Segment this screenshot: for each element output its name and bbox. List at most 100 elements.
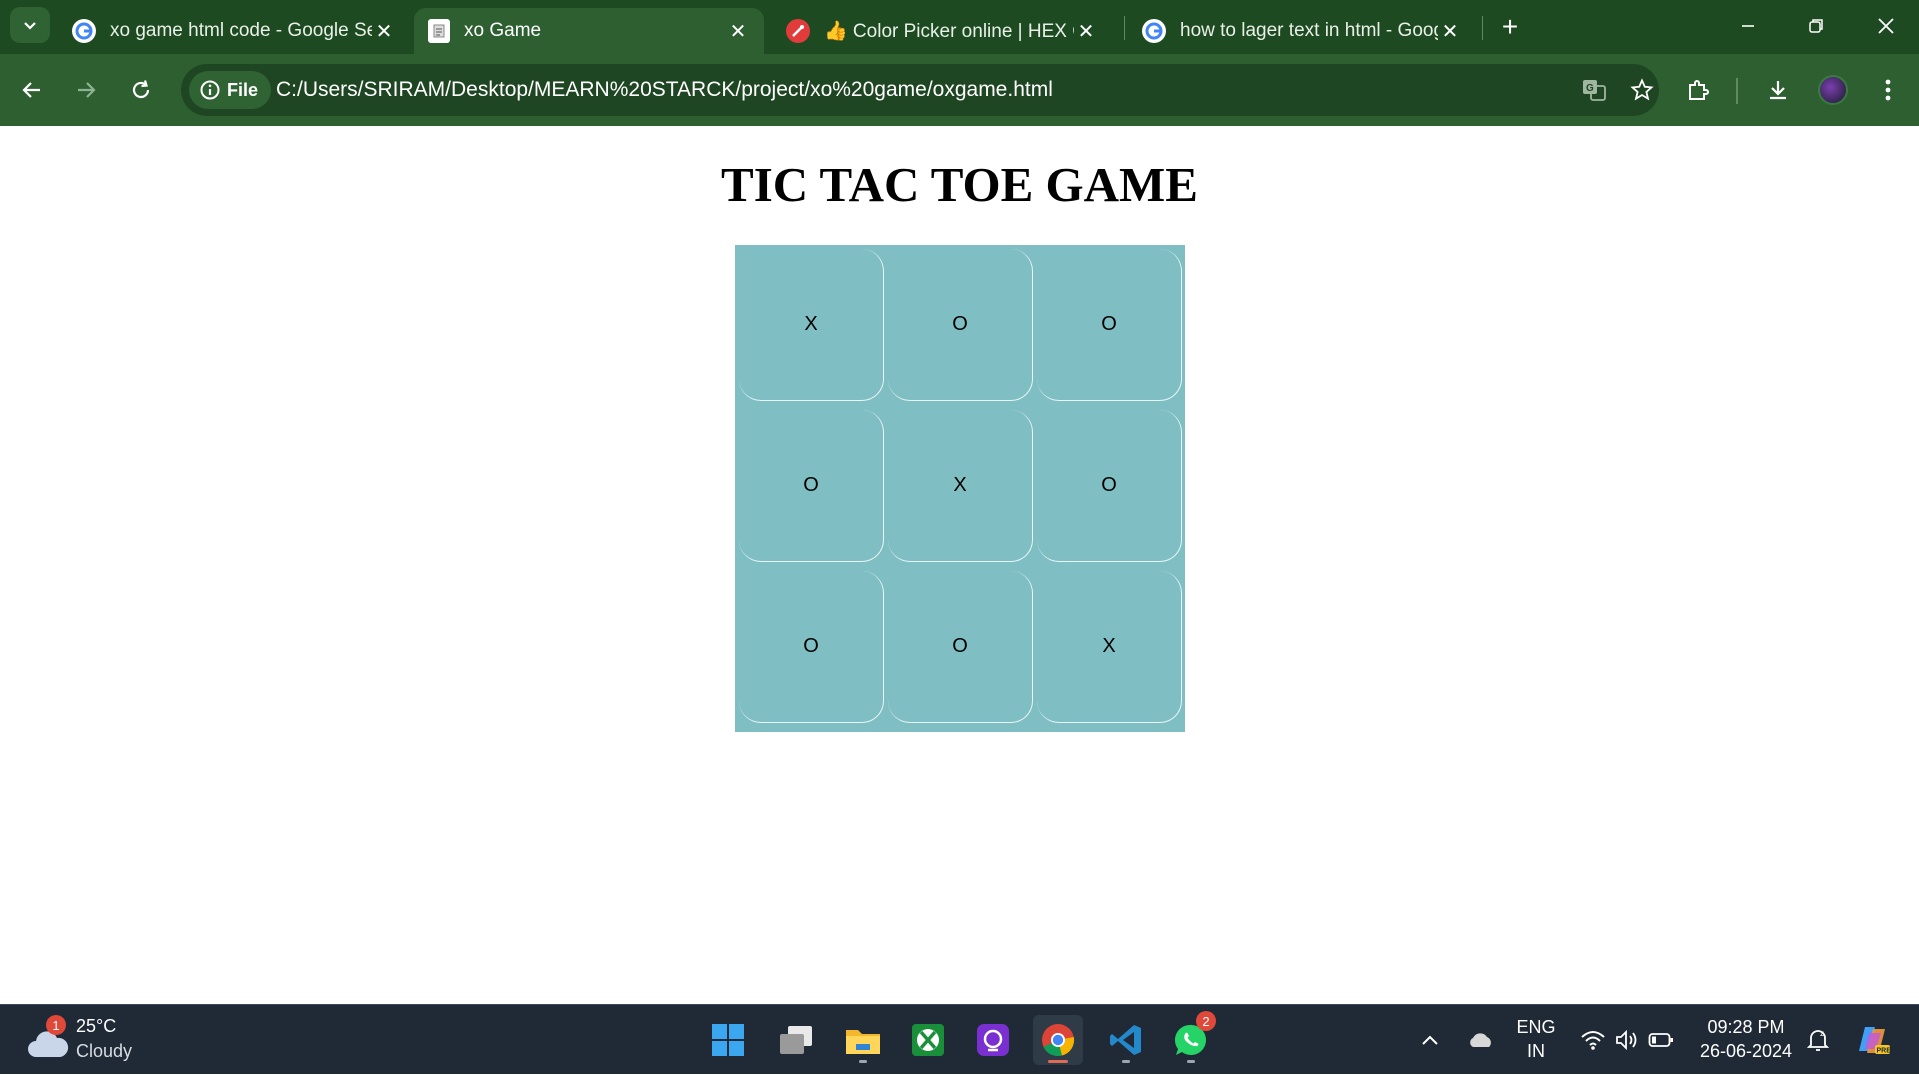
bookmark-button[interactable] bbox=[1622, 70, 1662, 110]
close-icon[interactable]: ✕ bbox=[372, 19, 396, 43]
menu-button[interactable] bbox=[1868, 70, 1908, 110]
language-indicator[interactable]: ENG IN bbox=[1508, 1015, 1564, 1063]
forward-button[interactable] bbox=[66, 70, 106, 110]
tab-separator bbox=[1124, 16, 1125, 40]
color-picker-icon bbox=[786, 19, 810, 43]
close-icon bbox=[1878, 18, 1894, 34]
chevron-up-icon bbox=[1422, 1035, 1438, 1045]
arrow-right-icon bbox=[78, 82, 96, 98]
arrow-left-icon bbox=[22, 82, 40, 98]
whatsapp-badge: 2 bbox=[1196, 1011, 1216, 1031]
page-content: TIC TAC TOE GAME X O O O X O O O X bbox=[0, 126, 1919, 1004]
copilot-button[interactable]: PRE bbox=[1850, 1015, 1898, 1065]
tab-xo-game[interactable]: xo Game ✕ bbox=[414, 8, 764, 54]
xbox-button[interactable] bbox=[903, 1015, 953, 1065]
close-icon[interactable]: ✕ bbox=[1074, 19, 1098, 43]
clock[interactable]: 09:28 PM 26-06-2024 bbox=[1690, 1015, 1802, 1063]
onedrive-icon bbox=[1470, 1033, 1491, 1047]
wifi-icon bbox=[1581, 1031, 1605, 1050]
puzzle-icon bbox=[1689, 80, 1709, 100]
profile-button[interactable] bbox=[1813, 70, 1853, 110]
tab-google-search-2[interactable]: how to lager text in html - Goog ✕ bbox=[1128, 8, 1476, 54]
region-code: IN bbox=[1527, 1041, 1545, 1061]
weather-temperature: 25°C bbox=[76, 1016, 117, 1036]
language-code: ENG bbox=[1516, 1017, 1556, 1037]
copilot-icon: PRE bbox=[1859, 1027, 1892, 1055]
weather-widget[interactable]: 1 25°C Cloudy bbox=[20, 1005, 150, 1075]
running-indicator bbox=[859, 1060, 867, 1063]
svg-text:PRE: PRE bbox=[1877, 1048, 1892, 1055]
onedrive-button[interactable] bbox=[1456, 1015, 1506, 1065]
reload-button[interactable] bbox=[121, 70, 161, 110]
svg-text:G: G bbox=[1586, 83, 1594, 94]
cell-0-0[interactable]: X bbox=[739, 249, 884, 401]
address-bar[interactable]: File C:/Users/SRIRAM/Desktop/MEARN%20STA… bbox=[181, 64, 1659, 116]
scheme-label: File bbox=[227, 79, 259, 100]
taskbar: 1 25°C Cloudy 2 ENG IN 09:28 PM 26-06-20… bbox=[0, 1004, 1919, 1074]
translate-button[interactable]: G bbox=[1574, 70, 1614, 110]
xbox-icon bbox=[912, 1024, 944, 1056]
show-hidden-icons-button[interactable] bbox=[1404, 1015, 1456, 1065]
vscode-button[interactable] bbox=[1101, 1015, 1151, 1065]
cell-1-1[interactable]: X bbox=[888, 410, 1033, 562]
extensions-button[interactable] bbox=[1678, 70, 1718, 110]
tab-title: xo game html code - Google Se bbox=[110, 20, 372, 41]
minimize-button[interactable] bbox=[1720, 6, 1776, 46]
more-vert-icon bbox=[1885, 79, 1891, 101]
toolbar-separator bbox=[1736, 78, 1738, 104]
cell-0-2[interactable]: O bbox=[1037, 249, 1182, 401]
cell-2-1[interactable]: O bbox=[888, 571, 1033, 723]
start-icon bbox=[712, 1024, 744, 1056]
tab-strip: xo game html code - Google Se ✕ xo Game … bbox=[0, 0, 1919, 54]
info-icon bbox=[200, 80, 220, 100]
quick-settings-button[interactable] bbox=[1576, 1019, 1678, 1061]
cell-2-2[interactable]: X bbox=[1037, 571, 1182, 723]
running-indicator bbox=[1048, 1060, 1068, 1063]
reload-icon bbox=[132, 80, 150, 99]
weather-condition: Cloudy bbox=[76, 1041, 133, 1061]
close-icon[interactable]: ✕ bbox=[726, 19, 750, 43]
page-icon bbox=[428, 19, 450, 43]
notifications-button[interactable]: z bbox=[1794, 1015, 1842, 1065]
tab-title: 👍 Color Picker online | HEX Co bbox=[824, 21, 1074, 42]
google-icon bbox=[72, 19, 96, 43]
file-explorer-button[interactable] bbox=[838, 1015, 888, 1065]
start-button[interactable] bbox=[703, 1015, 753, 1065]
star-icon bbox=[1630, 78, 1654, 101]
chevron-down-icon bbox=[24, 22, 36, 30]
game-board: X O O O X O O O X bbox=[735, 245, 1185, 732]
cell-2-0[interactable]: O bbox=[739, 571, 884, 723]
download-icon bbox=[1770, 81, 1786, 100]
cell-0-1[interactable]: O bbox=[888, 249, 1033, 401]
whatsapp-button[interactable]: 2 bbox=[1166, 1011, 1216, 1065]
tab-search-button[interactable] bbox=[10, 7, 50, 43]
page-title: TIC TAC TOE GAME bbox=[721, 157, 1198, 212]
chrome-icon bbox=[1042, 1024, 1075, 1057]
tab-google-search-1[interactable]: xo game html code - Google Se ✕ bbox=[58, 8, 410, 54]
tab-title: how to lager text in html - Goog bbox=[1180, 20, 1438, 41]
browser-toolbar: File C:/Users/SRIRAM/Desktop/MEARN%20STA… bbox=[0, 54, 1919, 126]
weather-badge: 1 bbox=[46, 1015, 66, 1035]
chrome-button[interactable] bbox=[1033, 1015, 1083, 1065]
new-tab-button[interactable]: + bbox=[1494, 11, 1526, 43]
running-indicator bbox=[1122, 1060, 1130, 1063]
file-explorer-icon bbox=[846, 1030, 880, 1054]
volume-icon bbox=[1616, 1029, 1637, 1051]
clipchamp-button[interactable] bbox=[968, 1015, 1018, 1065]
url-text[interactable]: C:/Users/SRIRAM/Desktop/MEARN%20STARCK/p… bbox=[276, 64, 1053, 116]
cell-1-0[interactable]: O bbox=[739, 410, 884, 562]
close-window-button[interactable] bbox=[1858, 6, 1914, 46]
tab-title: xo Game bbox=[464, 20, 542, 41]
close-icon[interactable]: ✕ bbox=[1438, 19, 1462, 43]
back-button[interactable] bbox=[12, 70, 52, 110]
running-indicator bbox=[1187, 1060, 1195, 1063]
translate-icon: G bbox=[1583, 80, 1606, 101]
site-info-chip[interactable]: File bbox=[189, 71, 271, 109]
downloads-button[interactable] bbox=[1758, 70, 1798, 110]
cell-1-2[interactable]: O bbox=[1037, 410, 1182, 562]
vscode-icon bbox=[1110, 1025, 1141, 1055]
clock-date: 26-06-2024 bbox=[1699, 1041, 1793, 1061]
task-view-button[interactable] bbox=[771, 1015, 821, 1065]
tab-color-picker[interactable]: 👍 Color Picker online | HEX Co ✕ bbox=[772, 8, 1112, 54]
restore-button[interactable] bbox=[1788, 6, 1844, 46]
